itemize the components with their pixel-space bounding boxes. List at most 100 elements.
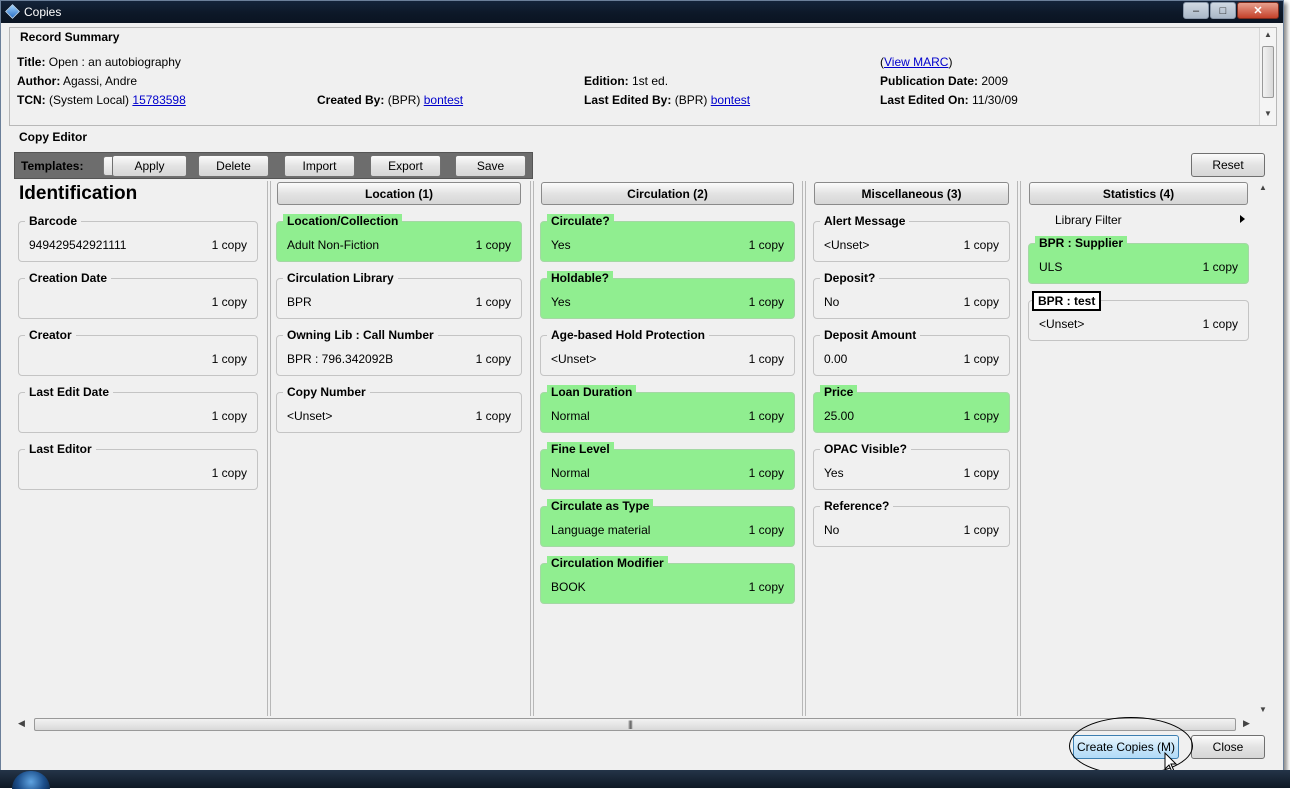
maximize-button[interactable]: □	[1210, 2, 1236, 19]
title-bar[interactable]: Copies – □ ✕	[1, 1, 1283, 23]
field-label: Circulation Modifier	[547, 556, 668, 570]
reset-button[interactable]: Reset	[1191, 153, 1265, 177]
copy-count: 1 copy	[211, 238, 247, 252]
column-splitter[interactable]	[530, 181, 531, 716]
editor-vertical-scrollbar[interactable]: ▲ ▼	[1257, 181, 1271, 714]
copy-count: 1 copy	[211, 352, 247, 366]
field-value[interactable]: <Unset>	[1039, 317, 1084, 331]
field-value[interactable]: Normal	[551, 466, 590, 480]
field-value[interactable]: 949429542921111	[29, 238, 126, 252]
field-label: OPAC Visible?	[820, 442, 911, 456]
field-value[interactable]: 25.00	[824, 409, 854, 423]
field-box[interactable]: Alert Message <Unset> 1 copy	[813, 214, 1010, 262]
horizontal-scroll-thumb[interactable]	[34, 718, 1236, 731]
field-box[interactable]: Last Editor 1 copy	[18, 442, 258, 490]
field-value[interactable]: <Unset>	[551, 352, 596, 366]
field-box[interactable]: BPR : test <Unset> 1 copy	[1028, 291, 1249, 341]
templates-label: Templates:	[21, 159, 84, 173]
column-splitter[interactable]	[533, 181, 534, 716]
circulation-section-header[interactable]: Circulation (2)	[541, 182, 794, 205]
field-box[interactable]: Last Edit Date 1 copy	[18, 385, 258, 433]
field-box[interactable]: Circulation Library BPR 1 copy	[276, 271, 522, 319]
author-value: Agassi, Andre	[63, 74, 138, 88]
library-filter-menu[interactable]: Library Filter	[1055, 213, 1122, 227]
field-value[interactable]: BPR : 796.342092B	[287, 352, 393, 366]
miscellaneous-section-header[interactable]: Miscellaneous (3)	[814, 182, 1009, 205]
field-value[interactable]: No	[824, 523, 839, 537]
scroll-up-arrow-icon[interactable]: ▲	[1260, 30, 1276, 44]
field-box[interactable]: Loan Duration Normal 1 copy	[540, 385, 795, 433]
field-box[interactable]: Price 25.00 1 copy	[813, 385, 1010, 433]
submenu-arrow-icon[interactable]	[1240, 215, 1245, 223]
field-value[interactable]: Yes	[824, 466, 844, 480]
field-box[interactable]: Deposit Amount 0.00 1 copy	[813, 328, 1010, 376]
column-splitter[interactable]	[802, 181, 803, 716]
field-box[interactable]: Deposit? No 1 copy	[813, 271, 1010, 319]
field-box[interactable]: OPAC Visible? Yes 1 copy	[813, 442, 1010, 490]
field-value[interactable]: BOOK	[551, 580, 586, 594]
last-edited-by-user-link[interactable]: bontest	[711, 93, 750, 107]
view-marc-link[interactable]: View MARC	[884, 55, 948, 69]
column-splitter[interactable]	[805, 181, 806, 716]
copy-count: 1 copy	[748, 295, 784, 309]
field-value[interactable]: No	[824, 295, 839, 309]
close-icon: ✕	[1253, 5, 1263, 17]
field-value[interactable]: ULS	[1039, 260, 1062, 274]
column-splitter[interactable]	[267, 181, 268, 716]
scroll-up-arrow-icon[interactable]: ▲	[1259, 183, 1267, 192]
apply-template-button[interactable]: Apply	[112, 155, 187, 177]
statistics-section-header[interactable]: Statistics (4)	[1029, 182, 1248, 205]
tcn-link[interactable]: 15783598	[132, 93, 185, 107]
copy-count: 1 copy	[211, 466, 247, 480]
column-splitter[interactable]	[270, 181, 271, 716]
minimize-icon: –	[1192, 4, 1200, 17]
field-value[interactable]: <Unset>	[824, 238, 869, 252]
location-section-header[interactable]: Location (1)	[277, 182, 521, 205]
summary-scrollbar[interactable]: ▲ ▼	[1259, 28, 1276, 125]
close-button[interactable]: Close	[1191, 735, 1265, 759]
field-box[interactable]: Location/Collection Adult Non-Fiction 1 co…	[276, 214, 522, 262]
created-by-user-link[interactable]: bontest	[424, 93, 463, 107]
save-template-button[interactable]: Save	[455, 155, 526, 177]
editor-horizontal-scrollbar[interactable]: ◀ ||| ▶	[14, 717, 1254, 732]
field-box[interactable]: Reference? No 1 copy	[813, 499, 1010, 547]
scroll-left-arrow-icon[interactable]: ◀	[18, 718, 25, 729]
field-value[interactable]: Normal	[551, 409, 590, 423]
delete-template-button[interactable]: Delete	[198, 155, 269, 177]
copy-count: 1 copy	[748, 352, 784, 366]
field-box[interactable]: Barcode 949429542921111 1 copy	[18, 214, 258, 262]
field-box[interactable]: Copy Number <Unset> 1 copy	[276, 385, 522, 433]
field-box[interactable]: Owning Lib : Call Number BPR : 796.342092…	[276, 328, 522, 376]
summary-scroll-thumb[interactable]	[1262, 46, 1274, 98]
field-box[interactable]: Circulate as Type Language material 1 copy	[540, 499, 795, 547]
field-box[interactable]: Creator 1 copy	[18, 328, 258, 376]
field-value[interactable]: Language material	[551, 523, 650, 537]
field-box[interactable]: Fine Level Normal 1 copy	[540, 442, 795, 490]
column-splitter[interactable]	[1020, 181, 1021, 716]
field-value[interactable]: <Unset>	[287, 409, 332, 423]
field-box[interactable]: Circulation Modifier BOOK 1 copy	[540, 556, 795, 604]
field-label: Price	[820, 385, 858, 399]
field-box[interactable]: BPR : Supplier ULS 1 copy	[1028, 236, 1249, 284]
field-value[interactable]: Adult Non-Fiction	[287, 238, 379, 252]
field-box[interactable]: Holdable? Yes 1 copy	[540, 271, 795, 319]
import-template-button[interactable]: Import	[284, 155, 355, 177]
scroll-down-arrow-icon[interactable]: ▼	[1260, 109, 1276, 123]
field-box[interactable]: Creation Date 1 copy	[18, 271, 258, 319]
field-value[interactable]: Yes	[551, 295, 571, 309]
field-label: Age-based Hold Protection	[547, 328, 710, 342]
close-window-button[interactable]: ✕	[1237, 2, 1279, 19]
field-value[interactable]: 0.00	[824, 352, 847, 366]
scroll-right-arrow-icon[interactable]: ▶	[1243, 718, 1250, 729]
field-box[interactable]: Circulate? Yes 1 copy	[540, 214, 795, 262]
field-value[interactable]: BPR	[287, 295, 312, 309]
export-template-button[interactable]: Export	[370, 155, 441, 177]
copy-count: 1 copy	[963, 466, 999, 480]
field-label: Holdable?	[547, 271, 614, 285]
field-value[interactable]: Yes	[551, 238, 571, 252]
column-splitter[interactable]	[1017, 181, 1018, 716]
minimize-button[interactable]: –	[1183, 2, 1209, 19]
last-edited-on-row: Last Edited On: 11/30/09	[880, 93, 1018, 107]
scroll-down-arrow-icon[interactable]: ▼	[1259, 705, 1267, 714]
field-box[interactable]: Age-based Hold Protection <Unset> 1 copy	[540, 328, 795, 376]
